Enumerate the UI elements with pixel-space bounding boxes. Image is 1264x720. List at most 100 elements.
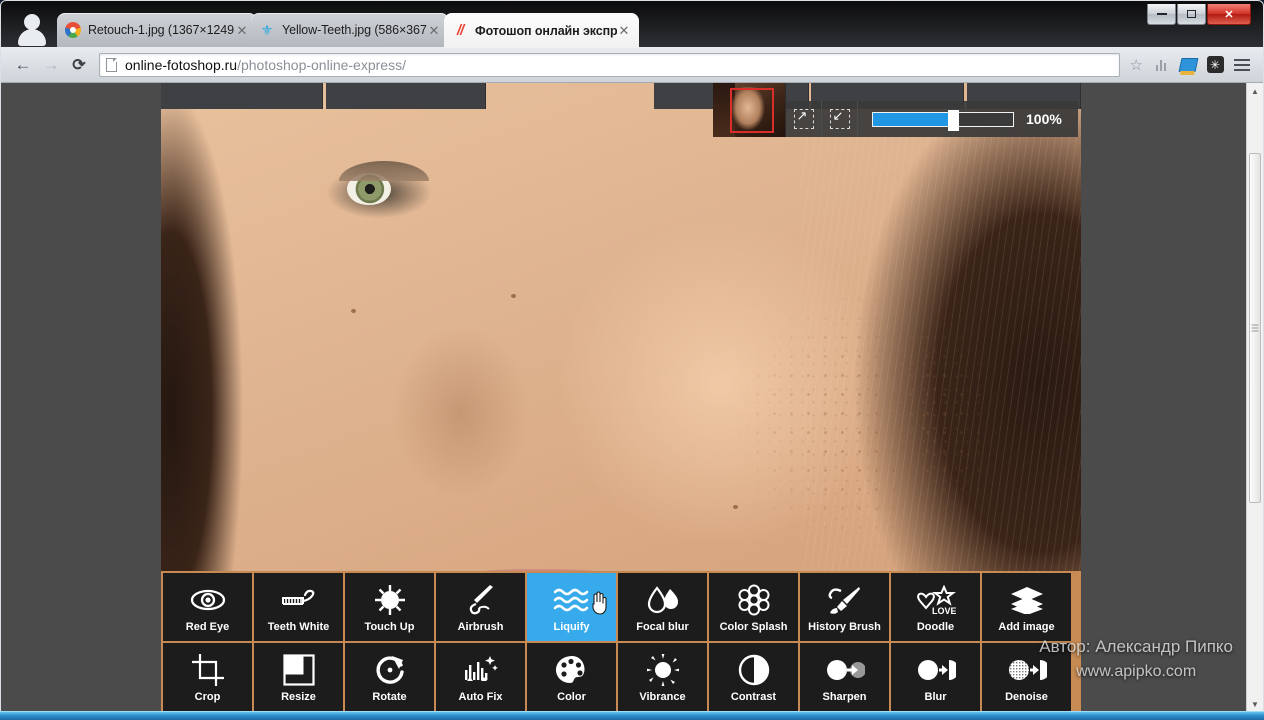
airbrush-icon xyxy=(465,582,497,618)
touchup-icon xyxy=(374,582,406,618)
tool-teeth-white[interactable]: Teeth White xyxy=(254,573,343,641)
tool-label: Crop xyxy=(194,690,221,703)
paintbrush-icon xyxy=(828,582,862,618)
tool-label: Doodle xyxy=(916,620,955,633)
tool-label: Rotate xyxy=(372,690,407,703)
page-viewport: 100% Red Eye Teeth xyxy=(1,83,1263,711)
butterfly-icon: ⚜ xyxy=(260,22,274,38)
tab-label: Yellow-Teeth.jpg (586×367 xyxy=(282,23,427,37)
tool-label: History Brush xyxy=(808,620,881,633)
tool-sharpen[interactable]: Sharpen xyxy=(800,643,889,711)
navigator-thumbnail[interactable] xyxy=(713,83,786,137)
address-bar[interactable]: online-fotoshop.ru/photoshop-online-expr… xyxy=(99,52,1120,77)
tool-crop[interactable]: Crop xyxy=(163,643,252,711)
taskbar[interactable] xyxy=(0,711,1264,720)
skin-mole xyxy=(511,294,516,298)
asterisk-extension-icon[interactable]: ✳ xyxy=(1202,52,1228,78)
tool-auto-fix[interactable]: Auto Fix xyxy=(436,643,525,711)
skin-mole xyxy=(351,309,356,313)
back-icon[interactable]: ← xyxy=(9,52,37,78)
zoom-shrink-button[interactable] xyxy=(822,101,858,137)
maximize-button[interactable] xyxy=(1177,4,1206,25)
tool-label: Sharpen xyxy=(822,690,867,703)
bookmark-star-icon[interactable]: ☆ xyxy=(1130,56,1143,74)
tool-rotate[interactable]: Rotate xyxy=(345,643,434,711)
pixlr-icon: // xyxy=(456,21,464,39)
tab-yellow-teeth[interactable]: ⚜ Yellow-Teeth.jpg (586×367 ✕ xyxy=(251,13,449,47)
palette-icon xyxy=(555,652,589,688)
forward-icon[interactable]: → xyxy=(37,52,65,78)
scrollbar-thumb[interactable] xyxy=(1249,153,1261,503)
zoom-slider-handle[interactable] xyxy=(947,109,959,131)
page-info-icon[interactable] xyxy=(106,57,117,72)
tool-touch-up[interactable]: Touch Up xyxy=(345,573,434,641)
minimize-button[interactable] xyxy=(1147,4,1176,25)
mouse-cursor xyxy=(592,591,607,615)
url-domain: online-fotoshop.ru xyxy=(125,56,238,73)
tool-label: Resize xyxy=(281,690,316,703)
bluebook-extension-icon[interactable] xyxy=(1175,52,1201,78)
page-scrollbar[interactable]: ▲ ▼ xyxy=(1246,83,1263,711)
zoom-controls: 100% xyxy=(786,101,1078,137)
picasa-icon xyxy=(65,22,81,38)
tool-label: Color Splash xyxy=(719,620,788,633)
tab-close-icon[interactable]: ✕ xyxy=(427,24,441,37)
navigator-panel: 100% xyxy=(713,83,1078,137)
close-button[interactable]: ✕ xyxy=(1207,4,1251,25)
zoom-expand-button[interactable] xyxy=(786,101,822,137)
denoise-icon xyxy=(1007,652,1047,688)
url-text: online-fotoshop.ru/photoshop-online-expr… xyxy=(125,57,406,73)
tool-doodle[interactable]: LOVE Doodle xyxy=(891,573,980,641)
tab-label: Retouch-1.jpg (1367×1249 xyxy=(88,23,234,37)
tool-label: Vibrance xyxy=(639,690,686,703)
tool-red-eye[interactable]: Red Eye xyxy=(163,573,252,641)
navigator-viewport-rect[interactable] xyxy=(730,88,774,133)
tab-retouch-1[interactable]: Retouch-1.jpg (1367×1249 ✕ xyxy=(57,13,257,47)
tool-label: Airbrush xyxy=(457,620,504,633)
reload-icon[interactable]: ⟳ xyxy=(65,52,93,78)
tool-add-image[interactable]: Add image xyxy=(982,573,1071,641)
browser-window: Retouch-1.jpg (1367×1249 ✕ ⚜ Yellow-Teet… xyxy=(0,0,1264,712)
analytics-extension-icon[interactable] xyxy=(1148,52,1174,78)
tool-resize[interactable]: Resize xyxy=(254,643,343,711)
scroll-up-arrow[interactable]: ▲ xyxy=(1247,83,1263,100)
tool-color[interactable]: Color xyxy=(527,643,616,711)
tool-contrast[interactable]: Contrast xyxy=(709,643,798,711)
eye-detail xyxy=(339,161,429,211)
zoom-slider[interactable] xyxy=(872,109,1014,131)
skin-mole xyxy=(733,505,738,509)
rotate-icon xyxy=(374,652,406,688)
tab-photoshop-online[interactable]: // Фотошоп онлайн экспре ✕ xyxy=(444,13,639,48)
user-avatar-icon[interactable] xyxy=(15,12,49,46)
tool-label: Red Eye xyxy=(185,620,230,633)
tool-airbrush[interactable]: Airbrush xyxy=(436,573,525,641)
tool-denoise[interactable]: Denoise xyxy=(982,643,1071,711)
window-controls: ✕ xyxy=(1146,4,1251,25)
tool-color-splash[interactable]: Color Splash xyxy=(709,573,798,641)
chrome-menu-icon[interactable] xyxy=(1229,52,1255,78)
tool-history-brush[interactable]: History Brush xyxy=(800,573,889,641)
flower-icon xyxy=(738,582,770,618)
crop-icon xyxy=(191,652,225,688)
eye-icon xyxy=(190,582,226,618)
waves-icon xyxy=(552,582,592,618)
contrast-icon xyxy=(738,652,770,688)
tool-focal-blur[interactable]: Focal blur xyxy=(618,573,707,641)
tool-blur[interactable]: Blur xyxy=(891,643,980,711)
autofix-icon xyxy=(462,652,500,688)
tool-row-1: Red Eye Teeth White Touch Up Airbrush Li… xyxy=(163,573,1081,643)
tab-close-icon[interactable]: ✕ xyxy=(617,24,631,37)
droplets-icon xyxy=(646,582,680,618)
sharpen-icon xyxy=(825,652,865,688)
tool-label: Color xyxy=(557,690,586,703)
scroll-down-arrow[interactable]: ▼ xyxy=(1247,696,1263,711)
url-path: /photoshop-online-express/ xyxy=(237,56,406,73)
tool-liquify[interactable]: Liquify xyxy=(527,573,616,641)
tab-label: Фотошоп онлайн экспре xyxy=(475,23,617,38)
tool-palette: Red Eye Teeth White Touch Up Airbrush Li… xyxy=(161,571,1081,711)
tab-close-icon[interactable]: ✕ xyxy=(235,24,249,37)
tool-label: Liquify xyxy=(553,620,590,633)
zoom-value-label: 100% xyxy=(1026,111,1062,127)
tool-vibrance[interactable]: Vibrance xyxy=(618,643,707,711)
zoom-slider-fill xyxy=(873,112,953,126)
